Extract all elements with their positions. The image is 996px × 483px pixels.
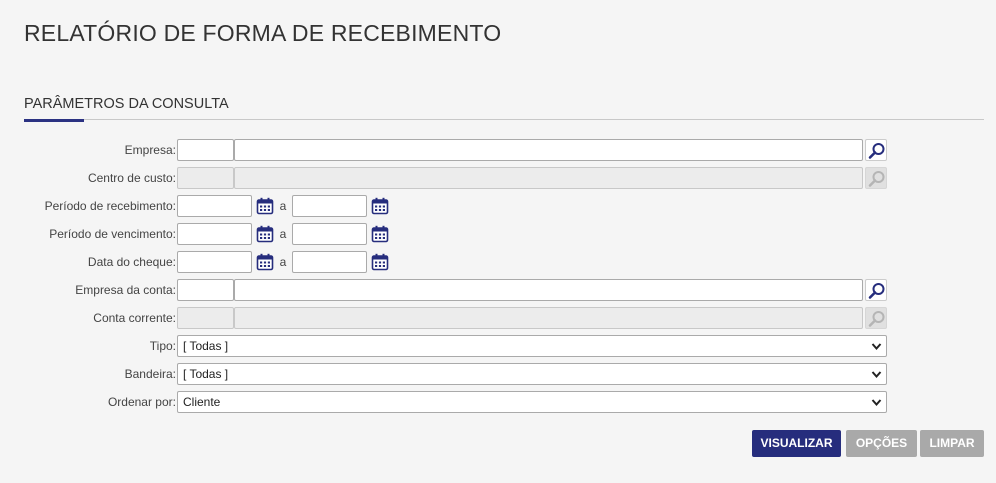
tipo-select[interactable]: [ Todas ]: [177, 335, 887, 357]
section-divider: [24, 119, 984, 120]
centro-custo-lookup-button: [865, 167, 887, 189]
conta-corrente-lookup-button: [865, 307, 887, 329]
conta-corrente-label: Conta corrente:: [93, 311, 176, 325]
empresa-lookup-button[interactable]: [865, 139, 887, 161]
empresa-name-input[interactable]: [234, 139, 863, 161]
empresa-label: Empresa:: [124, 143, 176, 157]
ordenar-por-selected-value: Cliente: [183, 395, 221, 409]
tipo-selected-value: [ Todas ]: [183, 339, 229, 353]
calendar-icon[interactable]: [256, 197, 274, 215]
magnifier-icon: [868, 171, 885, 187]
section-accent-bar: [24, 119, 84, 122]
section-title: PARÂMETROS DA CONSULTA: [24, 96, 229, 112]
magnifier-icon: [868, 143, 885, 159]
periodo-recebimento-label: Período de recebimento:: [44, 199, 176, 213]
data-cheque-to-input[interactable]: [292, 251, 367, 273]
periodo-recebimento-from-input[interactable]: [177, 195, 252, 217]
tipo-label: Tipo:: [149, 339, 176, 353]
data-cheque-separator: a: [279, 255, 287, 269]
limpar-button[interactable]: LIMPAR: [920, 430, 984, 457]
magnifier-icon: [868, 283, 885, 299]
calendar-icon[interactable]: [371, 197, 389, 215]
centro-custo-code-input: [177, 167, 234, 189]
magnifier-icon: [868, 311, 885, 327]
periodo-vencimento-separator: a: [279, 227, 287, 241]
calendar-icon[interactable]: [371, 225, 389, 243]
calendar-icon[interactable]: [256, 253, 274, 271]
empresa-code-input[interactable]: [177, 139, 234, 161]
periodo-vencimento-label: Período de vencimento:: [49, 227, 176, 241]
chevron-down-icon: [871, 371, 882, 379]
empresa-conta-code-input[interactable]: [177, 279, 234, 301]
conta-corrente-code-input: [177, 307, 234, 329]
empresa-conta-name-input[interactable]: [234, 279, 863, 301]
calendar-icon[interactable]: [371, 253, 389, 271]
centro-custo-name-input: [234, 167, 863, 189]
chevron-down-icon: [871, 343, 882, 351]
calendar-icon[interactable]: [256, 225, 274, 243]
opcoes-button[interactable]: OPÇÕES: [846, 430, 917, 457]
empresa-conta-label: Empresa da conta:: [75, 283, 176, 297]
conta-corrente-name-input: [234, 307, 863, 329]
empresa-conta-lookup-button[interactable]: [865, 279, 887, 301]
periodo-recebimento-separator: a: [279, 199, 287, 213]
data-cheque-from-input[interactable]: [177, 251, 252, 273]
bandeira-select[interactable]: [ Todas ]: [177, 363, 887, 385]
ordenar-por-select[interactable]: Cliente: [177, 391, 887, 413]
centro-custo-label: Centro de custo:: [87, 171, 176, 185]
ordenar-por-label: Ordenar por:: [107, 395, 176, 409]
data-cheque-label: Data do cheque:: [87, 255, 176, 269]
periodo-recebimento-to-input[interactable]: [292, 195, 367, 217]
bandeira-label: Bandeira:: [124, 367, 176, 381]
periodo-vencimento-to-input[interactable]: [292, 223, 367, 245]
periodo-vencimento-from-input[interactable]: [177, 223, 252, 245]
bandeira-selected-value: [ Todas ]: [183, 367, 229, 381]
page-title: RELATÓRIO DE FORMA DE RECEBIMENTO: [24, 20, 502, 46]
chevron-down-icon: [871, 399, 882, 407]
visualizar-button[interactable]: VISUALIZAR: [752, 430, 841, 457]
